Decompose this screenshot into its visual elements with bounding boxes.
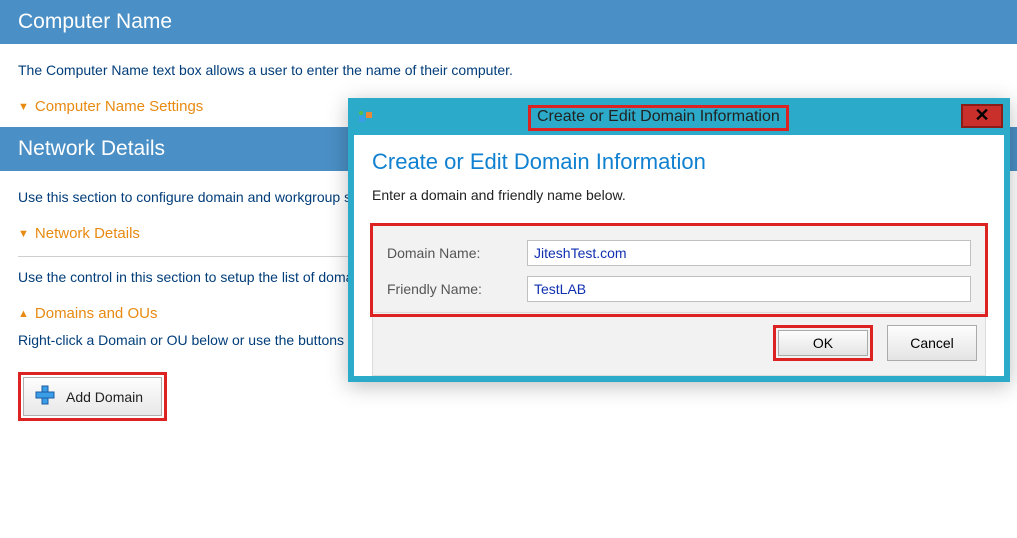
collapsible-label: Network Details <box>35 225 140 242</box>
form-row-friendly: Friendly Name: <box>387 276 971 302</box>
chevron-up-icon: ▲ <box>18 308 29 320</box>
friendly-name-input[interactable] <box>527 276 971 302</box>
dialog-subtitle: Enter a domain and friendly name below. <box>372 187 986 203</box>
dialog-title: Create or Edit Domain Information <box>537 108 780 125</box>
close-button[interactable]: ✕ <box>961 104 1003 128</box>
collapsible-label: Computer Name Settings <box>35 98 203 115</box>
dialog-button-row: OK Cancel <box>373 312 985 375</box>
friendly-name-label: Friendly Name: <box>387 281 527 297</box>
ok-button-highlight: OK <box>773 325 873 361</box>
form-highlight <box>370 223 988 317</box>
chevron-down-icon: ▼ <box>18 228 29 240</box>
dialog-body: Create or Edit Domain Information Enter … <box>349 135 1009 381</box>
dialog-title-highlight: Create or Edit Domain Information <box>528 105 789 131</box>
cancel-button[interactable]: Cancel <box>887 325 977 361</box>
dialog-form-area: Domain Name: Friendly Name: OK Cancel <box>372 225 986 376</box>
dialog-heading: Create or Edit Domain Information <box>372 149 986 175</box>
close-icon: ✕ <box>974 105 989 125</box>
dialog-titlebar[interactable]: Create or Edit Domain Information ✕ <box>349 99 1009 135</box>
form-row-domain: Domain Name: <box>387 240 971 266</box>
domain-name-label: Domain Name: <box>387 245 527 261</box>
add-domain-label: Add Domain <box>66 389 143 405</box>
section-header-computer-name: Computer Name <box>0 0 1017 44</box>
plus-icon <box>34 384 56 409</box>
add-domain-button[interactable]: Add Domain <box>23 377 162 416</box>
ok-button[interactable]: OK <box>778 330 868 356</box>
dialog-create-edit-domain: Create or Edit Domain Information ✕ Crea… <box>348 98 1010 382</box>
computer-name-description: The Computer Name text box allows a user… <box>18 62 999 78</box>
add-domain-highlight: Add Domain <box>18 372 167 421</box>
app-icon <box>357 108 375 126</box>
domain-name-input[interactable] <box>527 240 971 266</box>
chevron-down-icon: ▼ <box>18 101 29 113</box>
collapsible-label: Domains and OUs <box>35 305 158 322</box>
